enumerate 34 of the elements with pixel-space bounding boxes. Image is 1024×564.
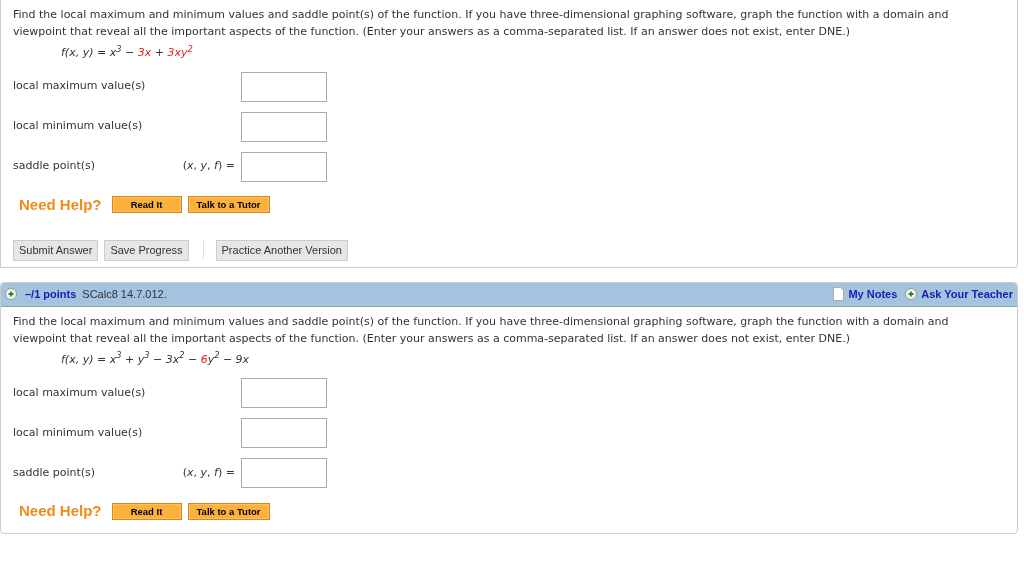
help-button[interactable]: Talk to a Tutor: [187, 502, 270, 520]
answer-label: local minimum value(s): [13, 118, 144, 135]
answer-prefix: (x, y, f) =: [181, 464, 236, 481]
answer-field[interactable]: [241, 151, 327, 182]
formula: f(x, y) = x$^{3}$ − 3x + 3xy$^{2}$: [61, 45, 194, 61]
plus-icon[interactable]: [905, 288, 918, 300]
answer-label: saddle point(s): [13, 464, 97, 481]
help-button[interactable]: Talk to a Tutor: [187, 196, 270, 214]
header-link[interactable]: My Notes: [833, 285, 898, 303]
answer-label: local maximum value(s): [13, 78, 147, 95]
plus-icon[interactable]: [5, 288, 17, 300]
help-button[interactable]: Read It: [111, 502, 182, 520]
answer-label: local minimum value(s): [13, 424, 144, 441]
answer-field[interactable]: [241, 418, 327, 448]
answer-label: local maximum value(s): [13, 384, 147, 401]
action-button[interactable]: Save Progress: [104, 240, 189, 261]
note-icon[interactable]: [833, 287, 845, 301]
answer-field[interactable]: [241, 378, 327, 408]
need-help-label: Need Help?: [19, 501, 102, 521]
help-button[interactable]: Read It: [111, 196, 182, 214]
answer-field[interactable]: [241, 111, 327, 142]
question-text: Find the local maximum and minimum values and saddle point(s) of the function. If you have three-dimensional graphing software, graph the function with a domain and viewpoint that reveal all the important aspects of the function. (Enter your answers as a comma-separated list. If an answer does not exist, enter DNE.): [13, 313, 950, 347]
answer-field[interactable]: [241, 71, 327, 102]
answer-prefix: (x, y, f) =: [181, 158, 236, 175]
need-help-label: Need Help?: [19, 194, 102, 215]
action-button[interactable]: Submit Answer: [13, 240, 99, 261]
formula: f(x, y) = x$^{3}$ + y$^{3}$ − 3x$^{2}$ − 6y$^{2}$ − 9x: [61, 351, 251, 368]
header-link[interactable]: Ask Your Teacher: [905, 285, 1013, 303]
points-link[interactable]: –/1 points: [25, 285, 77, 303]
question-code: SCalc8 14.7.012.: [82, 286, 167, 302]
question-text: Find the local maximum and minimum values and saddle point(s) of the function. If you have three-dimensional graphing software, graph the function with a domain and viewpoint that reveal all the important aspects of the function. (Enter your answers as a comma-separated list. If an answer does not exist, enter DNE.): [13, 7, 950, 40]
practice-button[interactable]: Practice Another Version: [215, 240, 348, 261]
answer-field[interactable]: [241, 458, 327, 488]
answer-label: saddle point(s): [13, 158, 97, 175]
